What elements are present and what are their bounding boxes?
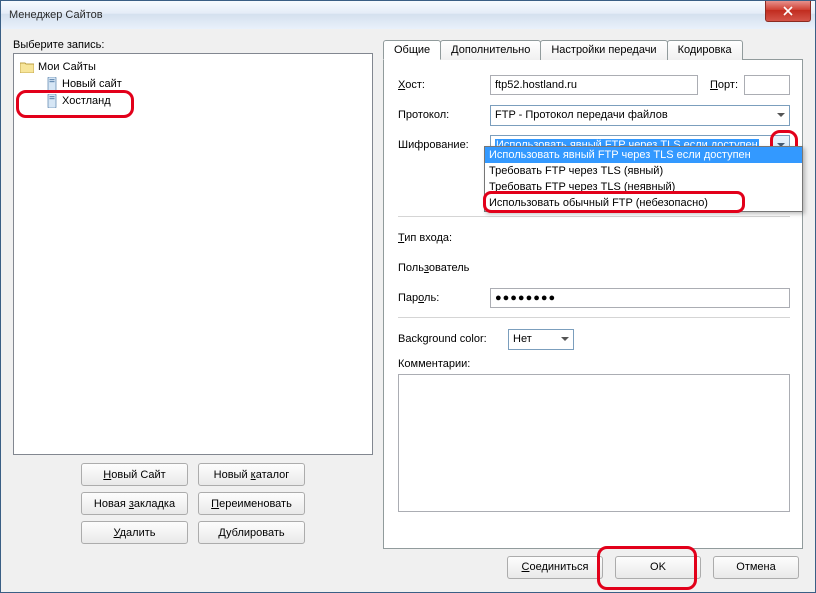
ok-button[interactable]: OK (615, 556, 701, 579)
client-area: Выберите запись: Мои Сайты Новый сайт (1, 29, 815, 592)
separator (398, 216, 790, 217)
chevron-down-icon (556, 330, 573, 349)
chevron-down-icon (772, 106, 789, 125)
password-input[interactable]: ●●●●●●●● (490, 288, 790, 308)
protocol-select[interactable]: FTP - Протокол передачи файлов (490, 105, 790, 126)
entries-panel: Выберите запись: Мои Сайты Новый сайт (13, 39, 373, 544)
protocol-label: Протокол: (398, 109, 484, 121)
tree-item-label: Хостланд (62, 95, 111, 107)
connect-button[interactable]: Соединиться (507, 556, 603, 579)
dropdown-item[interactable]: Использовать обычный FTP (небезопасно) (485, 195, 802, 211)
password-label: Пароль: (398, 292, 484, 304)
dropdown-item[interactable]: Требовать FTP через TLS (явный) (485, 163, 802, 179)
host-label: Хост: (398, 79, 484, 91)
bg-color-select[interactable]: Нет (508, 329, 574, 350)
tree-item-label: Новый сайт (62, 78, 122, 90)
dropdown-item[interactable]: Требовать FTP через TLS (неявный) (485, 179, 802, 195)
encryption-dropdown[interactable]: Использовать явный FTP через TLS если до… (484, 146, 803, 212)
server-icon (46, 94, 58, 108)
port-label: Порт: (704, 79, 738, 91)
new-site-button[interactable]: Новый Сайт (81, 463, 188, 486)
comments-label: Комментарии: (398, 358, 790, 370)
tab-panel-general: Хост: ftp52.hostland.ru Порт: Протокол: … (383, 59, 803, 549)
tab-general[interactable]: Общие (383, 40, 441, 60)
tree-item-new-site[interactable]: Новый сайт (16, 75, 370, 92)
cancel-button[interactable]: Отмена (713, 556, 799, 579)
tree-item-hostland[interactable]: Хостланд (16, 92, 370, 109)
details-panel: Общие Дополнительно Настройки передачи К… (383, 39, 803, 544)
delete-button[interactable]: Удалить (81, 521, 188, 544)
titlebar[interactable]: Менеджер Сайтов (1, 1, 815, 30)
separator (398, 317, 790, 318)
tree-root-label: Мои Сайты (38, 61, 96, 73)
tab-transfer[interactable]: Настройки передачи (540, 40, 667, 60)
close-icon (783, 6, 793, 16)
tab-charset[interactable]: Кодировка (667, 40, 743, 60)
comments-textarea[interactable] (398, 374, 790, 512)
dropdown-item[interactable]: Использовать явный FTP через TLS если до… (485, 147, 802, 163)
bg-color-label: Background color: (398, 333, 502, 345)
dialog-buttons: Соединиться OK Отмена (13, 554, 803, 580)
select-entry-label: Выберите запись: (13, 39, 373, 51)
logon-type-label: Тип входа: (398, 232, 484, 244)
server-icon (46, 77, 58, 91)
close-button[interactable] (765, 1, 811, 22)
host-input[interactable]: ftp52.hostland.ru (490, 75, 698, 95)
window-title: Менеджер Сайтов (9, 9, 103, 21)
duplicate-button[interactable]: Дублировать (198, 521, 305, 544)
tab-advanced[interactable]: Дополнительно (440, 40, 541, 60)
port-input[interactable] (744, 75, 790, 95)
user-label: Пользователь (398, 262, 484, 274)
rename-button[interactable]: Переименовать (198, 492, 305, 515)
site-tree[interactable]: Мои Сайты Новый сайт Хостланд (13, 53, 373, 455)
new-bookmark-button[interactable]: Новая закладка (81, 492, 188, 515)
site-manager-window: Менеджер Сайтов Выберите запись: Мои Сай… (0, 0, 816, 593)
folder-icon (20, 61, 34, 73)
encryption-label: Шифрование: (398, 139, 484, 151)
new-folder-button[interactable]: Новый каталог (198, 463, 305, 486)
tree-root[interactable]: Мои Сайты (16, 58, 370, 75)
tabstrip: Общие Дополнительно Настройки передачи К… (383, 39, 803, 59)
